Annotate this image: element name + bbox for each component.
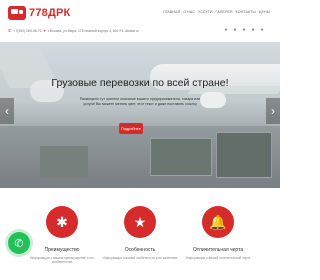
logo[interactable]: 778ДРК: [8, 6, 70, 20]
contact-line: ✆ +7(950) 285-48-76 ⌖ г.Москва, ул.Мира,…: [8, 28, 139, 33]
features-section: ✱ Преимущество Информация о вашем преиму…: [0, 188, 280, 280]
hero-text: Размещено тут кратное описание вашего пр…: [79, 97, 201, 106]
main-nav: Главная О нас Услуги Галерея Контакты Це…: [163, 10, 270, 14]
hero-slider: Грузовые перевозки по всей стране! Разме…: [0, 42, 280, 188]
feature-advantage: ✱ Преимущество Информация о вашем преиму…: [22, 206, 102, 264]
map-pin-icon: ⌖: [43, 28, 46, 33]
feature-title: Отличительная черта: [192, 247, 244, 253]
nav-item-services[interactable]: Услуги: [198, 10, 213, 14]
phone-icon: ✆: [8, 28, 12, 33]
feature-desc: Информация о вашей отличительной черте: [185, 256, 251, 260]
social-links: ● ● ● ● ●: [223, 27, 265, 33]
site-header: 778ДРК Главная О нас Услуги Галерея Конт…: [0, 0, 280, 42]
nav-item-prices[interactable]: Цены: [259, 10, 270, 14]
bell-icon: 🔔: [202, 206, 234, 238]
nav-item-gallery[interactable]: Галерея: [216, 10, 233, 14]
facebook-icon[interactable]: ●: [232, 27, 238, 33]
star-icon: ★: [124, 206, 156, 238]
twitter-icon[interactable]: ●: [250, 27, 256, 33]
feature-peculiarity: ★ Особенность Информация о вашей особенн…: [100, 206, 180, 260]
address: г.Москва, ул.Мира, 175 нежный корпус 4, …: [47, 28, 139, 33]
asterisk-icon: ✱: [46, 206, 78, 238]
youtube-icon[interactable]: ●: [259, 27, 265, 33]
feature-title: Особенность: [124, 247, 156, 253]
feature-distinctive: 🔔 Отличительная черта Информация о вашей…: [178, 206, 258, 260]
vk-icon[interactable]: ●: [223, 27, 229, 33]
feature-title: Преимущество: [44, 247, 80, 253]
slider-next-arrow[interactable]: ›: [266, 98, 280, 124]
nav-item-home[interactable]: Главная: [163, 10, 180, 14]
nav-item-about[interactable]: О нас: [183, 10, 195, 14]
phone-number[interactable]: +7(950) 285-48-76: [13, 29, 41, 33]
nav-item-contacts[interactable]: Контакты: [236, 10, 256, 14]
feature-desc: Информация о вашем преимуществе и его ос…: [30, 256, 94, 264]
hero-title: Грузовые перевозки по всей стране!: [51, 77, 229, 89]
hero-overlay: [0, 42, 280, 188]
slider-prev-arrow[interactable]: ‹: [0, 98, 14, 124]
instagram-icon[interactable]: ●: [241, 27, 247, 33]
logo-text: 778ДРК: [29, 7, 71, 19]
whatsapp-icon[interactable]: ✆: [8, 232, 30, 254]
truck-icon: [8, 6, 26, 20]
feature-desc: Информация о вашей особенности и ее каче…: [102, 256, 178, 260]
more-button[interactable]: Подробнее: [119, 123, 143, 134]
